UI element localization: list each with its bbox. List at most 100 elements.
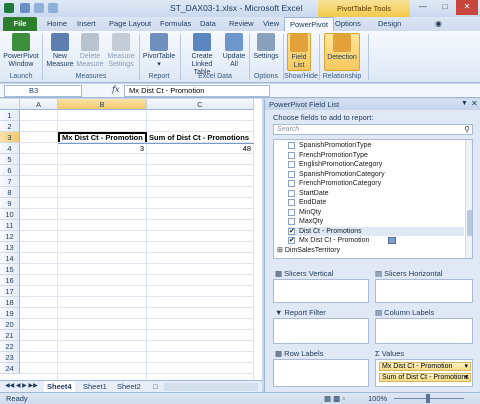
- measure-settings-button[interactable]: Measure Settings: [106, 33, 136, 69]
- row-header[interactable]: 16: [0, 275, 20, 286]
- new-measure-button[interactable]: New Measure: [46, 33, 74, 69]
- search-input[interactable]: Search: [277, 126, 299, 133]
- row-header[interactable]: 7: [0, 176, 20, 187]
- scrollbar-thumb[interactable]: [467, 210, 472, 236]
- tab-review[interactable]: Review: [229, 17, 254, 31]
- field-item[interactable]: EnglishPromotionCategory: [288, 160, 464, 170]
- row-header[interactable]: 21: [0, 330, 20, 341]
- field-item[interactable]: FrenchPromotionCategory: [288, 179, 464, 189]
- expand-plus-icon[interactable]: ⊞: [277, 247, 283, 254]
- row-labels-drop-area[interactable]: [273, 359, 369, 387]
- field-item[interactable]: FrenchPromotionType: [288, 151, 464, 161]
- row-header[interactable]: 2: [0, 121, 20, 132]
- tab-design[interactable]: Design: [378, 17, 401, 31]
- formula-input[interactable]: Mx Dist Ct - Promotion: [124, 85, 270, 97]
- row-header[interactable]: 15: [0, 264, 20, 275]
- row-header[interactable]: 17: [0, 286, 20, 297]
- slicers-vertical-drop-area[interactable]: [273, 279, 369, 303]
- table-node-dimsalesterritory[interactable]: ⊞ DimSalesTerritory: [277, 246, 340, 256]
- worksheet-grid[interactable]: A B C 1 2 3 4 5 6 7 8 9 10 11 12 13 14 15 16 17 18 19 20 21 2…: [0, 99, 262, 380]
- field-checkbox[interactable]: [288, 170, 295, 178]
- undo-icon[interactable]: [34, 3, 44, 13]
- row-header[interactable]: 3: [0, 132, 20, 143]
- sheet-tab-sheet2[interactable]: Sheet2: [114, 381, 144, 392]
- pane-menu-icon[interactable]: ▼: [461, 100, 468, 107]
- column-labels-drop-area[interactable]: [375, 318, 473, 344]
- field-checkbox[interactable]: [288, 142, 295, 149]
- sheet-tab-sheet1[interactable]: Sheet1: [80, 381, 110, 392]
- tab-insert[interactable]: Insert: [77, 17, 96, 31]
- zoom-level[interactable]: 100%: [368, 393, 387, 404]
- minimize-icon[interactable]: —: [412, 0, 434, 15]
- powerpivot-window-button[interactable]: PowerPivot Window: [2, 33, 40, 69]
- report-filter-drop-area[interactable]: [273, 318, 369, 344]
- row-header[interactable]: 9: [0, 198, 20, 209]
- sheet-tab-sheet4[interactable]: Sheet4: [44, 381, 75, 392]
- field-item[interactable]: ✔ Mx Dist Ct - Promotion: [288, 236, 464, 246]
- field-list[interactable]: SpanishPromotionType FrenchPromotionType E…: [273, 139, 473, 259]
- create-linked-table-button[interactable]: Create Linked Table: [184, 33, 220, 77]
- pane-close-icon[interactable]: ✕: [471, 99, 478, 108]
- field-checkbox[interactable]: ✔: [288, 227, 295, 235]
- field-checkbox[interactable]: [288, 218, 295, 225]
- view-buttons-icon[interactable]: ▦ ▩ ▫: [324, 393, 345, 404]
- chevron-down-icon[interactable]: ▾: [464, 374, 468, 382]
- field-checkbox[interactable]: [288, 189, 295, 197]
- field-item[interactable]: SpanishPromotionType: [288, 141, 464, 151]
- field-item[interactable]: StartDate: [288, 189, 464, 199]
- save-icon[interactable]: [20, 3, 30, 13]
- tab-home[interactable]: Home: [47, 17, 67, 31]
- field-checkbox[interactable]: [288, 208, 295, 216]
- row-header[interactable]: 11: [0, 220, 20, 231]
- delete-measure-button[interactable]: Delete Measure: [76, 33, 104, 69]
- tab-options[interactable]: Options: [335, 17, 361, 31]
- row-header[interactable]: 19: [0, 308, 20, 319]
- row-header[interactable]: 20: [0, 319, 20, 330]
- update-all-button[interactable]: Update All: [222, 33, 246, 69]
- row-header[interactable]: 6: [0, 165, 20, 176]
- tab-page-layout[interactable]: Page Layout: [109, 17, 151, 31]
- row-header[interactable]: 23: [0, 352, 20, 363]
- insert-function-icon[interactable]: fx: [112, 85, 119, 94]
- redo-icon[interactable]: [48, 3, 58, 13]
- search-icon[interactable]: ⚲: [464, 125, 470, 134]
- insert-sheet-icon[interactable]: □: [150, 381, 161, 392]
- settings-button[interactable]: Settings: [252, 33, 280, 61]
- row-header[interactable]: 13: [0, 242, 20, 253]
- measure-icon[interactable]: [388, 237, 396, 244]
- field-checkbox[interactable]: [288, 161, 295, 168]
- tab-formulas[interactable]: Formulas: [160, 17, 191, 31]
- tab-data[interactable]: Data: [200, 17, 216, 31]
- field-item[interactable]: SpanishPromotionCategory: [288, 170, 464, 180]
- restore-icon[interactable]: □: [434, 0, 456, 15]
- row-header[interactable]: 24: [0, 363, 20, 374]
- close-icon[interactable]: ✕: [456, 0, 478, 15]
- row-header[interactable]: 14: [0, 253, 20, 264]
- sheet-nav-arrows-icon[interactable]: ◀◀ ◀ ▶ ▶▶: [2, 381, 41, 392]
- field-checkbox[interactable]: [288, 151, 295, 159]
- row-header[interactable]: 22: [0, 341, 20, 352]
- field-item[interactable]: EndDate: [288, 198, 464, 208]
- tab-powerpivot[interactable]: PowerPivot: [284, 17, 334, 31]
- horizontal-scrollbar[interactable]: [164, 383, 258, 391]
- field-search-box[interactable]: Search ⚲: [273, 124, 473, 135]
- field-checkbox[interactable]: [288, 180, 295, 187]
- chevron-down-icon[interactable]: ▾: [464, 363, 468, 371]
- row-header[interactable]: 8: [0, 187, 20, 198]
- values-item[interactable]: Mx Dist Ct - Promotion ▾: [379, 362, 471, 371]
- field-item[interactable]: MaxQty: [288, 217, 464, 227]
- column-header-c[interactable]: C: [147, 99, 254, 110]
- tab-view[interactable]: View: [263, 17, 279, 31]
- row-header[interactable]: 18: [0, 297, 20, 308]
- help-icon[interactable]: ◉: [435, 17, 442, 31]
- zoom-slider-thumb[interactable]: [426, 394, 430, 403]
- field-checkbox[interactable]: [288, 199, 295, 206]
- row-header[interactable]: 1: [0, 110, 20, 121]
- values-item[interactable]: Sum of Dist Ct - Promotions ▾: [379, 373, 471, 382]
- values-drop-area[interactable]: Mx Dist Ct - Promotion ▾ Sum of Dist Ct -…: [375, 359, 473, 387]
- pivottable-button[interactable]: PivotTable ▾: [142, 33, 176, 69]
- column-header-a[interactable]: A: [20, 99, 58, 110]
- tab-file[interactable]: File: [3, 17, 37, 31]
- field-list-button[interactable]: Field List: [287, 33, 311, 71]
- row-header[interactable]: 10: [0, 209, 20, 220]
